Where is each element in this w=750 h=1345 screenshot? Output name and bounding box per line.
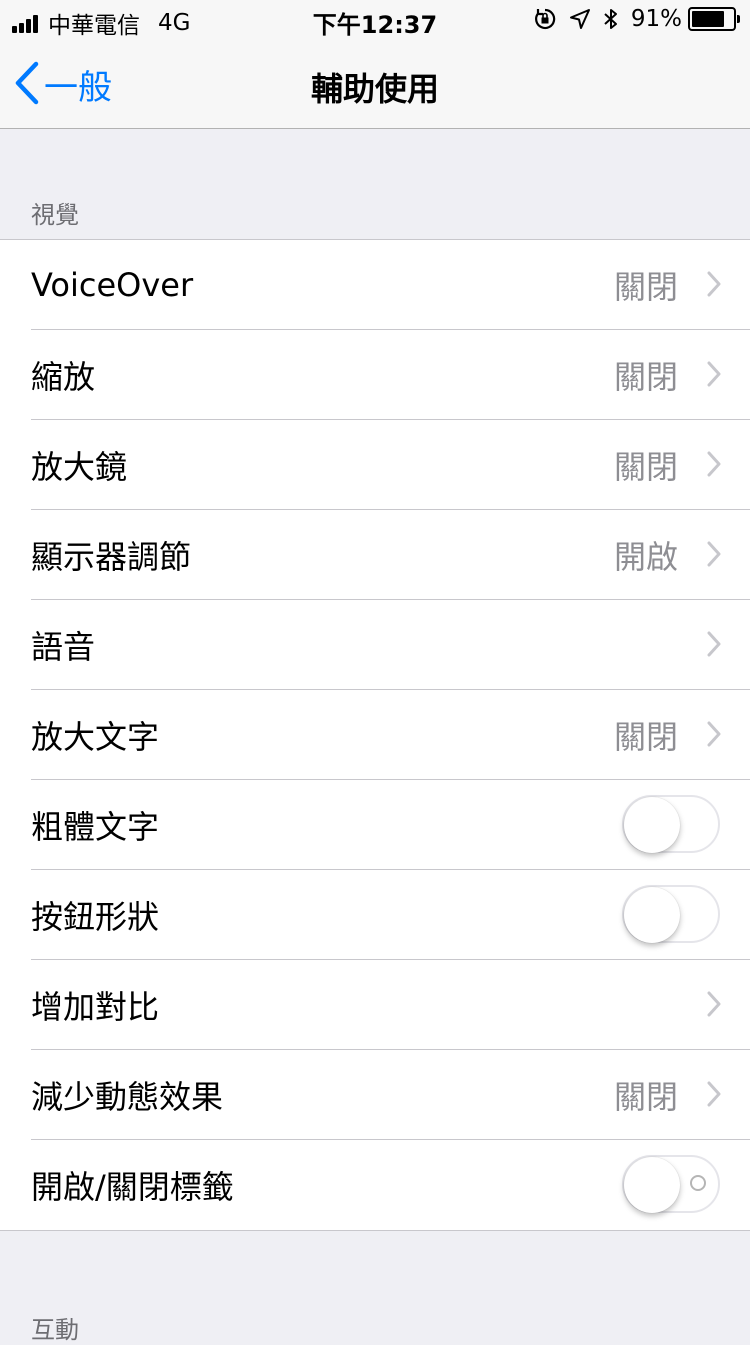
page-title: 輔助使用 [310, 70, 439, 108]
settings-row[interactable]: 減少動態效果 關閉 [0, 1050, 750, 1140]
row-label: VoiceOver [31, 266, 194, 304]
row-label: 按鈕形狀 [31, 898, 160, 936]
section-header-vision: 視覺 [31, 201, 79, 229]
toggle-switch[interactable] [622, 885, 720, 943]
toggle-knob [624, 887, 680, 943]
location-icon [569, 8, 591, 30]
status-bar: 中華電信 4G 下午12:37 91% [0, 0, 750, 40]
status-right: 91% [533, 6, 740, 32]
toggle-knob [624, 1157, 680, 1213]
carrier-name: 中華電信 [48, 13, 140, 39]
row-value: 關閉 [613, 448, 678, 486]
settings-row[interactable]: VoiceOver 關閉 [0, 240, 750, 330]
battery-icon [688, 7, 740, 31]
section-header-interaction: 互動 [31, 1316, 79, 1344]
settings-row[interactable]: 按鈕形狀 [0, 870, 750, 960]
settings-row[interactable]: 放大鏡 關閉 [0, 420, 750, 510]
orientation-lock-icon [533, 7, 557, 31]
back-button[interactable]: 一般 [14, 60, 112, 109]
chevron-left-icon [14, 61, 40, 109]
row-value: 關閉 [613, 358, 678, 396]
row-value: 關閉 [613, 1078, 678, 1116]
settings-row[interactable]: 粗體文字 [0, 780, 750, 870]
toggle-switch[interactable] [622, 1155, 720, 1213]
back-button-label: 一般 [44, 68, 112, 108]
chevron-right-icon [706, 451, 722, 481]
row-label: 減少動態效果 [31, 1078, 224, 1116]
row-label: 放大鏡 [31, 448, 128, 486]
chevron-right-icon [706, 991, 722, 1021]
status-left: 中華電信 4G [12, 6, 190, 40]
toggle-switch[interactable] [622, 795, 720, 853]
row-label: 放大文字 [31, 718, 160, 756]
row-value: 開啟 [613, 538, 678, 576]
settings-row[interactable]: 語音 [0, 600, 750, 690]
network-type: 4G [158, 10, 191, 36]
settings-row[interactable]: 開啟/關閉標籤 [0, 1140, 750, 1230]
chevron-right-icon [706, 1081, 722, 1111]
row-label: 粗體文字 [31, 808, 160, 846]
chevron-right-icon [706, 541, 722, 571]
toggle-knob [624, 797, 680, 853]
row-label: 語音 [31, 628, 96, 666]
chevron-right-icon [706, 631, 722, 661]
chevron-right-icon [706, 271, 722, 301]
row-label: 縮放 [31, 358, 96, 396]
row-label: 增加對比 [31, 988, 160, 1026]
chevron-right-icon [706, 361, 722, 391]
settings-row[interactable]: 增加對比 [0, 960, 750, 1050]
row-label: 開啟/關閉標籤 [31, 1168, 234, 1206]
signal-icon [12, 13, 40, 33]
chevron-right-icon [706, 721, 722, 751]
battery-fill [692, 11, 725, 27]
battery-tip [737, 15, 740, 23]
settings-group-vision: VoiceOver 關閉 縮放 關閉 放大鏡 關閉 顯示器調節 開啟 語音 放大文字 關閉 粗體文字按… [0, 239, 750, 1231]
settings-row[interactable]: 顯示器調節 開啟 [0, 510, 750, 600]
settings-row[interactable]: 放大文字 關閉 [0, 690, 750, 780]
settings-row[interactable]: 縮放 關閉 [0, 330, 750, 420]
row-label: 顯示器調節 [31, 538, 192, 576]
battery-percent: 91% [630, 6, 682, 32]
toggle-off-label-icon [690, 1175, 706, 1191]
row-value: 關閉 [613, 718, 678, 756]
bluetooth-icon [603, 7, 619, 31]
row-value: 關閉 [613, 268, 678, 306]
navigation-bar: 一般 輔助使用 [0, 40, 750, 129]
